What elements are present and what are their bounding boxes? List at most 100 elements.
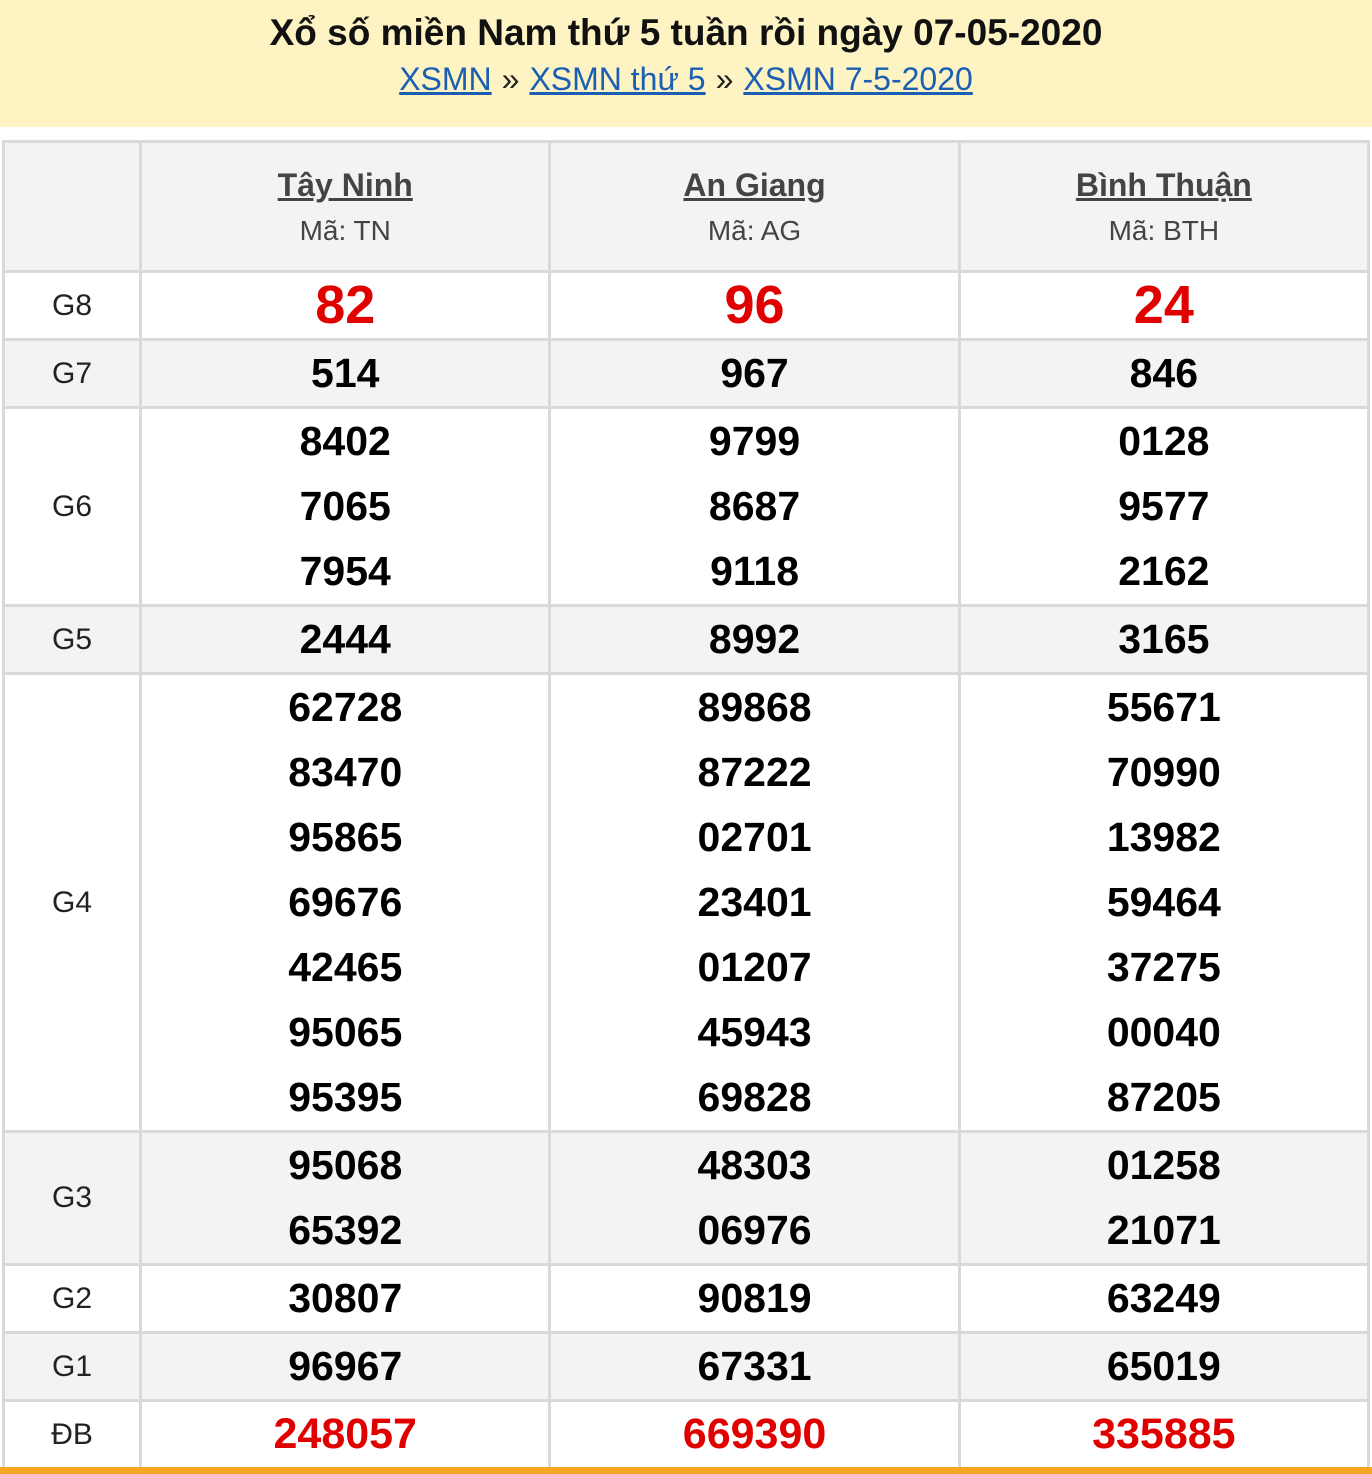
prize-row-g1: G1 96967 67331 65019 <box>1 1331 1371 1402</box>
prize-number: 87222 <box>697 749 812 795</box>
prize-number: 8687 <box>708 483 801 529</box>
province-header: An Giang Mã: AG <box>548 140 961 273</box>
prize-number: 95068 <box>288 1142 403 1188</box>
province-code: Mã: BTH <box>1108 214 1220 246</box>
prize-cell: 55671 70990 13982 59464 37275 00040 87205 <box>957 672 1371 1133</box>
prize-number: 48303 <box>697 1142 812 1188</box>
prize-label: G8 <box>1 270 143 341</box>
prize-number: 55671 <box>1106 684 1221 730</box>
prize-number: 45943 <box>697 1009 812 1055</box>
page-header: Xổ số miền Nam thứ 5 tuần rồi ngày 07-05… <box>0 0 1372 127</box>
province-header: Tây Ninh Mã: TN <box>139 140 552 273</box>
prize-number: 89868 <box>697 684 812 730</box>
province-header-row: Tây Ninh Mã: TN An Giang Mã: AG Bình Thu… <box>1 140 1371 273</box>
special-prize-number: 248057 <box>273 1410 417 1458</box>
prize-number: 65019 <box>1106 1343 1221 1389</box>
prize-number: 87205 <box>1106 1074 1221 1120</box>
prize-cell: 9799 8687 9118 <box>548 406 961 607</box>
prize-number: 65392 <box>288 1207 403 1253</box>
special-prize-number: 669390 <box>682 1410 827 1458</box>
prize-number: 01207 <box>697 944 812 990</box>
prize-cell: 30807 <box>139 1263 552 1334</box>
page: Xổ số miền Nam thứ 5 tuần rồi ngày 07-05… <box>0 0 1372 1474</box>
prize-number: 2162 <box>1118 548 1210 594</box>
prize-number: 21071 <box>1106 1207 1221 1253</box>
prize-cell: 62728 83470 95865 69676 42465 95065 95395 <box>139 672 552 1133</box>
prize-number: 62728 <box>288 684 403 730</box>
prize-cell: 248057 <box>139 1399 552 1470</box>
corner-cell <box>1 140 143 273</box>
prize-number: 13982 <box>1106 814 1221 860</box>
province-code: Mã: TN <box>299 214 391 246</box>
prize-row-g4: G4 62728 83470 95865 69676 42465 95065 95395 898… <box>1 672 1371 1133</box>
prize-number: 7954 <box>299 548 391 594</box>
prize-cell: 2444 <box>139 604 552 675</box>
prize-number: 967 <box>720 350 789 396</box>
special-prize-number: 335885 <box>1092 1410 1236 1458</box>
province-header: Bình Thuận Mã: BTH <box>957 140 1371 273</box>
prize-label: ĐB <box>1 1399 143 1470</box>
prize-cell: 96 <box>548 270 961 341</box>
prize-number: 96 <box>724 275 785 335</box>
province-code: Mã: AG <box>707 214 802 246</box>
prize-cell: 63249 <box>957 1263 1371 1334</box>
prize-number: 24 <box>1133 275 1194 335</box>
prize-cell: 8992 <box>548 604 961 675</box>
prize-label: G7 <box>1 338 143 409</box>
prize-number: 0128 <box>1118 418 1210 464</box>
prize-number: 7065 <box>299 483 391 529</box>
prize-cell: 01258 21071 <box>957 1130 1371 1266</box>
breadcrumb-link-xsmn[interactable]: XSMN <box>399 61 491 97</box>
prize-number: 67331 <box>697 1343 812 1389</box>
prize-row-db: ĐB 248057 669390 335885 <box>1 1399 1371 1470</box>
prize-cell: 95068 65392 <box>139 1130 552 1266</box>
prize-number: 01258 <box>1106 1142 1221 1188</box>
prize-number: 95395 <box>288 1074 403 1120</box>
breadcrumb-link-xsmn-thu-5[interactable]: XSMN thứ 5 <box>529 61 705 97</box>
prize-number: 23401 <box>697 879 812 925</box>
prize-row-g5: G5 2444 8992 3165 <box>1 604 1371 675</box>
page-title: Xổ số miền Nam thứ 5 tuần rồi ngày 07-05… <box>269 12 1103 53</box>
prize-number: 2444 <box>299 616 391 662</box>
prize-number: 8992 <box>708 616 801 662</box>
province-link-an-giang[interactable]: An Giang <box>551 165 957 205</box>
prize-number: 83470 <box>288 749 403 795</box>
province-link-tay-ninh[interactable]: Tây Ninh <box>142 165 548 205</box>
prize-cell: 967 <box>548 338 961 409</box>
prize-label: G1 <box>1 1331 143 1402</box>
prize-cell: 8402 7065 7954 <box>139 406 552 607</box>
prize-number: 69676 <box>288 879 403 925</box>
prize-number: 69828 <box>697 1074 812 1120</box>
prize-cell: 90819 <box>548 1263 961 1334</box>
breadcrumb: XSMN» XSMN thứ 5» XSMN 7-5-2020 <box>0 61 1372 97</box>
prize-number: 00040 <box>1106 1009 1221 1055</box>
prize-number: 59464 <box>1106 879 1221 925</box>
breadcrumb-separator: » <box>715 61 734 97</box>
prize-number: 514 <box>311 350 380 396</box>
prize-number: 37275 <box>1106 944 1221 990</box>
prize-number: 30807 <box>288 1275 403 1321</box>
prize-number: 9799 <box>708 418 801 464</box>
prize-number: 02701 <box>697 814 812 860</box>
bottom-accent-bar <box>0 1467 1372 1474</box>
prize-number: 8402 <box>299 418 391 464</box>
prize-number: 95065 <box>288 1009 403 1055</box>
prize-row-g6: G6 8402 7065 7954 9799 8687 9118 0128 9577 2162 <box>1 406 1371 607</box>
province-link-binh-thuan[interactable]: Bình Thuận <box>961 165 1367 205</box>
prize-number: 846 <box>1129 350 1199 396</box>
prize-label: G5 <box>1 604 143 675</box>
prize-number: 3165 <box>1118 616 1210 662</box>
prize-cell: 89868 87222 02701 23401 01207 45943 69828 <box>548 672 961 1133</box>
prize-number: 96967 <box>288 1343 403 1389</box>
prize-label: G2 <box>1 1263 143 1334</box>
prize-number: 90819 <box>697 1275 812 1321</box>
prize-number: 70990 <box>1106 749 1221 795</box>
prize-number: 9577 <box>1118 483 1210 529</box>
breadcrumb-link-xsmn-date[interactable]: XSMN 7-5-2020 <box>743 61 972 97</box>
prize-row-g2: G2 30807 90819 63249 <box>1 1263 1371 1334</box>
prize-number: 9118 <box>710 548 800 594</box>
prize-label: G6 <box>1 406 143 607</box>
prize-cell: 24 <box>957 270 1371 341</box>
results-table: Tây Ninh Mã: TN An Giang Mã: AG Bình Thu… <box>1 140 1371 1470</box>
prize-cell: 65019 <box>957 1331 1371 1402</box>
